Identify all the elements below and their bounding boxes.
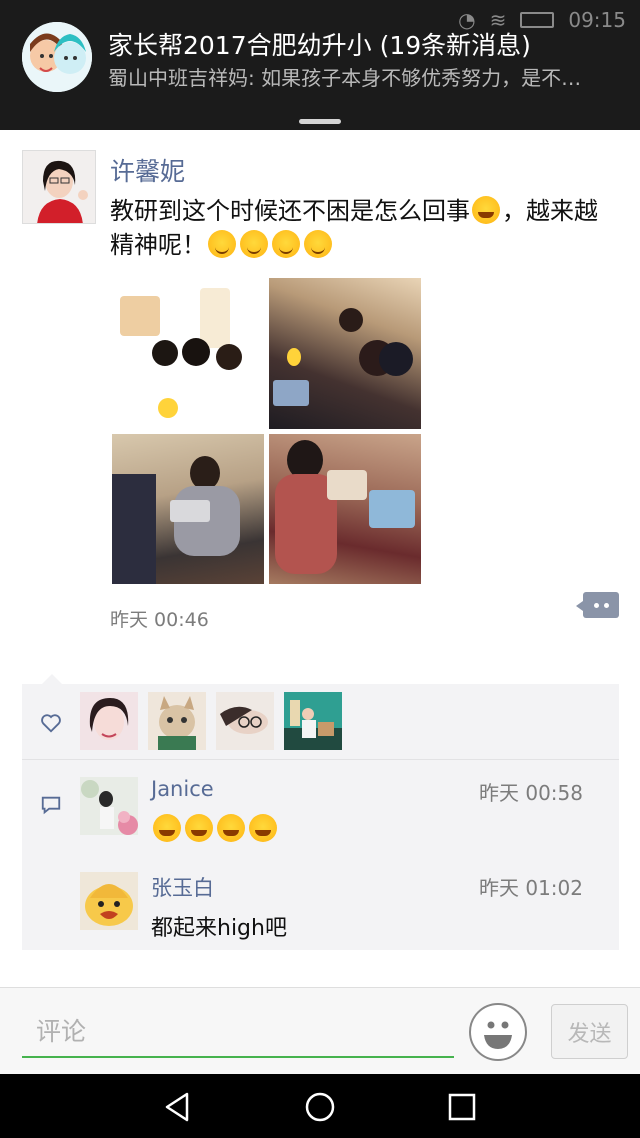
post-photo[interactable] bbox=[269, 278, 421, 429]
liker-avatar[interactable] bbox=[148, 692, 206, 750]
post-author-name[interactable]: 许馨妮 bbox=[110, 152, 185, 188]
emoji-button[interactable] bbox=[469, 1003, 527, 1061]
laugh-cry-emoji-icon bbox=[472, 196, 500, 224]
comment-text bbox=[151, 814, 279, 843]
system-nav-bar bbox=[0, 1074, 640, 1138]
smile-emoji-icon bbox=[208, 230, 236, 258]
comment-time: 昨天 00:58 bbox=[479, 781, 583, 805]
comment-time: 昨天 01:02 bbox=[479, 876, 583, 900]
more-icon[interactable] bbox=[576, 592, 619, 618]
post-text: 教研到这个时候还不困是怎么回事 ，越来越 精神呢！ bbox=[110, 194, 625, 262]
notification-avatar bbox=[22, 22, 92, 92]
post-timestamp: 昨天 00:46 bbox=[110, 609, 209, 631]
commenter-avatar[interactable] bbox=[80, 777, 138, 835]
notification-banner[interactable]: ◔ ≋ 09:15 家长帮2017合肥幼升小 (19条新消息) 蜀山中班吉祥妈:… bbox=[0, 0, 640, 130]
send-button[interactable]: 发送 bbox=[551, 1004, 628, 1059]
comment-text: 都起来high吧 bbox=[151, 916, 287, 941]
laugh-cry-emoji-icon bbox=[249, 814, 277, 842]
post-photo[interactable] bbox=[112, 278, 264, 429]
smile-emoji-icon bbox=[240, 230, 268, 258]
status-time: 09:15 bbox=[568, 8, 626, 32]
post-text-part2: ，越来越 bbox=[502, 197, 598, 225]
laugh-cry-emoji-icon bbox=[153, 814, 181, 842]
liker-avatar[interactable] bbox=[80, 692, 138, 750]
comment-input-bar: 发送 bbox=[0, 987, 640, 1074]
heart-icon bbox=[41, 714, 61, 733]
home-icon[interactable] bbox=[303, 1090, 337, 1124]
liker-avatar[interactable] bbox=[216, 692, 274, 750]
post-text-part1: 教研到这个时候还不困是怎么回事 bbox=[110, 197, 470, 225]
post-text-line2: 精神呢！ bbox=[110, 231, 206, 259]
smile-emoji-icon bbox=[304, 230, 332, 258]
smile-emoji-icon bbox=[272, 230, 300, 258]
back-icon[interactable] bbox=[161, 1090, 195, 1124]
commenter-avatar[interactable] bbox=[80, 872, 138, 930]
post-photo[interactable] bbox=[269, 434, 421, 584]
comment-input[interactable] bbox=[22, 1006, 454, 1058]
post-author-avatar[interactable] bbox=[22, 150, 96, 224]
notification-title: 家长帮2017合肥幼升小 (19条新消息) bbox=[108, 31, 531, 60]
recents-icon[interactable] bbox=[445, 1090, 479, 1124]
liker-avatar[interactable] bbox=[284, 692, 342, 750]
photo-grid bbox=[112, 278, 422, 584]
commenter-name[interactable]: 张玉白 bbox=[151, 872, 214, 902]
laugh-cry-emoji-icon bbox=[185, 814, 213, 842]
emoji-icon bbox=[484, 1021, 512, 1049]
commenter-name[interactable]: Janice bbox=[151, 777, 214, 801]
page: ◔ ≋ 09:15 家长帮2017合肥幼升小 (19条新消息) 蜀山中班吉祥妈:… bbox=[0, 0, 640, 1138]
comment-icon bbox=[41, 796, 61, 815]
likes-comments-panel: Janice 昨天 00:58 张玉白 昨天 01:02 都起来high吧 bbox=[22, 674, 619, 950]
likes-row bbox=[22, 684, 619, 760]
laugh-cry-emoji-icon bbox=[217, 814, 245, 842]
notification-message: 蜀山中班吉祥妈: 如果孩子本身不够优秀努力，是不… bbox=[108, 66, 582, 90]
post-photo[interactable] bbox=[112, 434, 264, 584]
notification-drag-handle[interactable] bbox=[299, 119, 341, 124]
